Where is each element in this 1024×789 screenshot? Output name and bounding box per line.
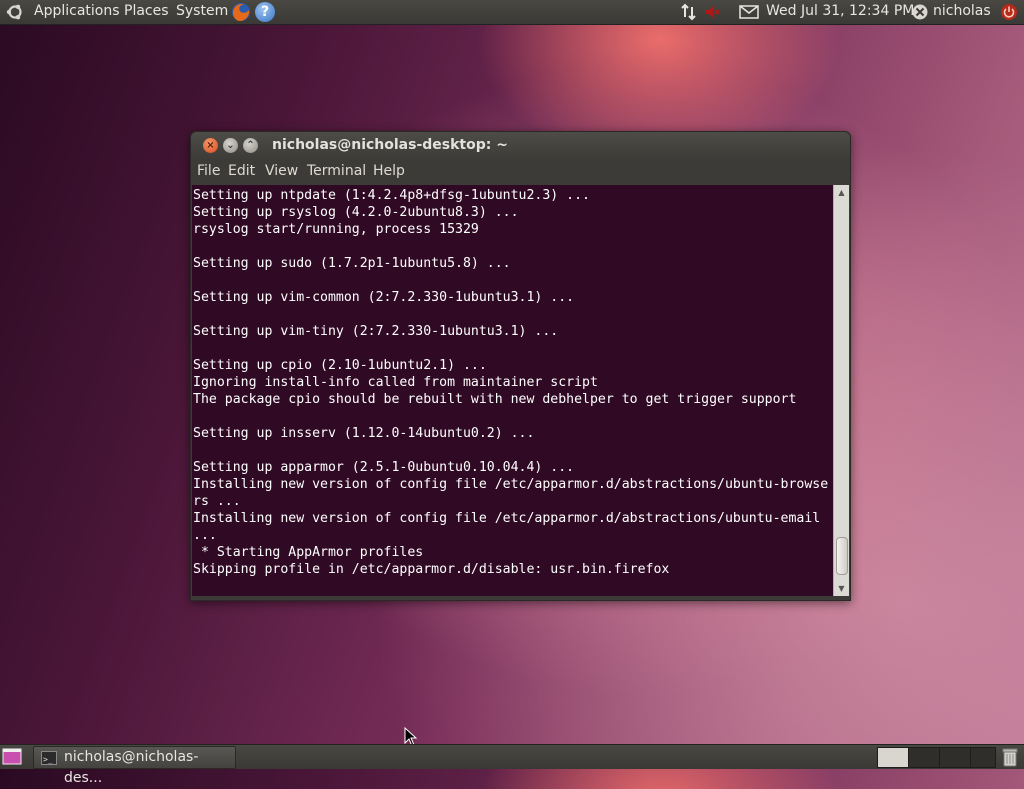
menu-file[interactable]: File xyxy=(197,163,220,179)
menu-terminal[interactable]: Terminal xyxy=(307,163,366,179)
taskbar-button-label: nicholas@nicholas-des... xyxy=(64,749,199,786)
workspace-4[interactable] xyxy=(970,747,996,768)
user-status-icon[interactable] xyxy=(911,3,929,21)
volume-icon[interactable] xyxy=(704,3,720,21)
firefox-icon[interactable] xyxy=(230,1,252,23)
terminal-menubar: File Edit View Terminal Help xyxy=(191,160,850,184)
window-titlebar[interactable]: × ⌄ ⌃ nicholas@nicholas-desktop: ~ xyxy=(191,132,850,160)
terminal-icon xyxy=(41,749,57,770)
show-desktop-icon[interactable] xyxy=(2,748,22,765)
menu-help[interactable]: Help xyxy=(373,163,405,179)
system-menu[interactable]: System xyxy=(176,0,228,24)
applications-menu[interactable]: Applications xyxy=(34,0,120,24)
close-button[interactable]: × xyxy=(203,138,218,153)
workspace-1[interactable] xyxy=(877,747,909,768)
help-icon[interactable]: ? xyxy=(255,2,275,22)
workspace-2[interactable] xyxy=(908,747,940,768)
minimize-button[interactable]: ⌄ xyxy=(223,138,238,153)
ubuntu-logo-icon[interactable] xyxy=(6,3,24,21)
workspace-3[interactable] xyxy=(939,747,971,768)
taskbar-terminal-button[interactable]: nicholas@nicholas-des... xyxy=(33,746,236,786)
user-menu[interactable]: nicholas xyxy=(933,0,991,24)
network-icon[interactable] xyxy=(680,3,698,21)
menu-view[interactable]: View xyxy=(265,163,298,179)
maximize-button[interactable]: ⌃ xyxy=(243,138,258,153)
window-bottom-border xyxy=(191,596,850,600)
scrollbar-thumb[interactable] xyxy=(836,537,848,575)
scrollbar[interactable]: ▲ ▼ xyxy=(833,185,849,596)
power-icon[interactable] xyxy=(1000,3,1018,21)
window-title: nicholas@nicholas-desktop: ~ xyxy=(272,137,508,153)
scroll-down-arrow-icon[interactable]: ▼ xyxy=(837,584,846,593)
bottom-panel: nicholas@nicholas-des... xyxy=(0,744,1024,786)
mail-icon[interactable] xyxy=(739,3,759,21)
scroll-up-arrow-icon[interactable]: ▲ xyxy=(837,188,846,197)
menu-edit[interactable]: Edit xyxy=(228,163,255,179)
terminal-text: Setting up ntpdate (1:4.2.4p8+dfsg-1ubun… xyxy=(193,188,829,577)
places-menu[interactable]: Places xyxy=(124,0,169,24)
clock[interactable]: Wed Jul 31, 12:34 PM xyxy=(766,0,914,24)
terminal-window[interactable]: × ⌄ ⌃ nicholas@nicholas-desktop: ~ File … xyxy=(190,131,851,601)
terminal-output[interactable]: Setting up ntpdate (1:4.2.4p8+dfsg-1ubun… xyxy=(192,185,833,596)
top-panel: Applications Places System ? Wed Jul 31,… xyxy=(0,0,1024,25)
trash-icon[interactable] xyxy=(1000,747,1020,767)
